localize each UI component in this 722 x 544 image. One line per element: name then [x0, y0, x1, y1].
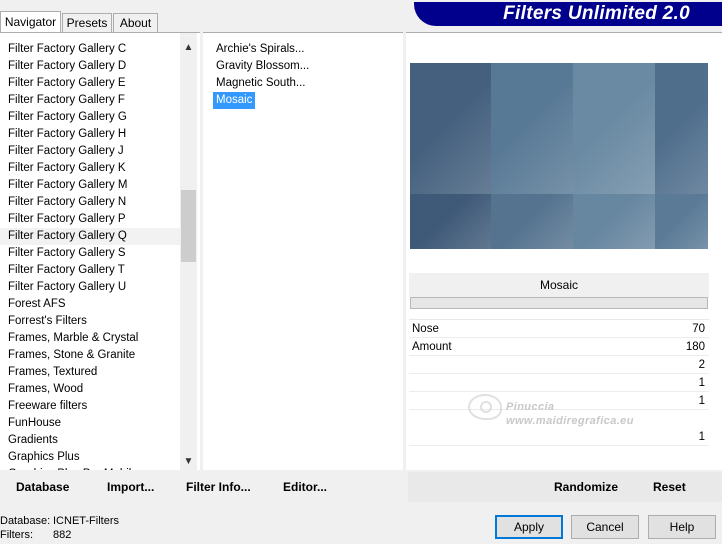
- preview-tile: [491, 63, 573, 194]
- database-button[interactable]: Database: [16, 480, 69, 494]
- category-item[interactable]: Filter Factory Gallery J: [0, 143, 180, 160]
- parameter-slider[interactable]: Nose 70: [409, 320, 709, 338]
- preview-tile: [491, 194, 573, 249]
- category-item[interactable]: Forrest's Filters: [0, 313, 180, 330]
- preview-tile: [655, 194, 708, 249]
- category-item[interactable]: Filter Factory Gallery M: [0, 177, 180, 194]
- database-label: Database:: [0, 515, 51, 527]
- parameter-slider[interactable]: 2: [409, 356, 709, 374]
- category-item[interactable]: Filter Factory Gallery Q: [0, 228, 180, 245]
- filter-item[interactable]: Mosaic: [213, 92, 256, 109]
- right-button-bar: Randomize Reset: [408, 472, 722, 502]
- cancel-button[interactable]: Cancel: [571, 515, 639, 539]
- preview-tile: [410, 63, 491, 194]
- filter-item[interactable]: Gravity Blossom...: [213, 58, 312, 75]
- category-item[interactable]: Frames, Marble & Crystal: [0, 330, 180, 347]
- category-item[interactable]: Filter Factory Gallery U: [0, 279, 180, 296]
- left-button-bar: Database Import... Filter Info... Editor…: [0, 472, 404, 502]
- category-item[interactable]: Filter Factory Gallery G: [0, 109, 180, 126]
- watermark-name: Pinuccia: [506, 401, 555, 413]
- parameter-value: 70: [692, 323, 705, 335]
- parameter-slider[interactable]: 1: [409, 428, 709, 446]
- reset-button[interactable]: Reset: [653, 480, 686, 494]
- category-item[interactable]: Graphics Plus Pro Mobile: [0, 466, 180, 470]
- scroll-down-icon[interactable]: ▼: [180, 453, 197, 470]
- filter-item[interactable]: Archie's Spirals...: [213, 41, 307, 58]
- filter-list-panel: Archie's Spirals... Gravity Blossom... Mag…: [203, 32, 403, 470]
- filter-item[interactable]: Magnetic South...: [213, 75, 309, 92]
- progress-bar: [410, 297, 708, 309]
- database-value: ICNET-Filters: [53, 515, 119, 527]
- category-item[interactable]: FunHouse: [0, 415, 180, 432]
- category-item[interactable]: Filter Factory Gallery C: [0, 41, 180, 58]
- title-banner: Filters Unlimited 2.0: [414, 2, 722, 26]
- category-item[interactable]: Filter Factory Gallery P: [0, 211, 180, 228]
- scroll-thumb[interactable]: [181, 190, 196, 262]
- import-button[interactable]: Import...: [107, 480, 154, 494]
- category-item[interactable]: Graphics Plus: [0, 449, 180, 466]
- category-item[interactable]: Freeware filters: [0, 398, 180, 415]
- filters-count-label: Filters:: [0, 529, 33, 541]
- category-scrollbar[interactable]: ▲ ▼: [180, 33, 197, 470]
- preview-tile: [655, 63, 708, 194]
- category-list[interactable]: Filter Factory Gallery C Filter Factory G…: [0, 41, 180, 470]
- database-info: Database: ICNET-Filters Filters: 882: [0, 514, 119, 542]
- parameter-value: 1: [698, 377, 705, 389]
- filters-count-value: 882: [53, 529, 72, 541]
- help-button[interactable]: Help: [648, 515, 716, 539]
- tab-about[interactable]: About: [113, 13, 158, 33]
- category-item[interactable]: Filter Factory Gallery H: [0, 126, 180, 143]
- watermark-logo-icon: [468, 394, 502, 420]
- parameter-label: Nose: [412, 323, 439, 335]
- category-item[interactable]: Frames, Textured: [0, 364, 180, 381]
- preview-tile: [410, 194, 491, 249]
- category-item[interactable]: Gradients: [0, 432, 180, 449]
- settings-panel: Mosaic Nose 70 Amount 180 2 1 1 1: [406, 32, 722, 470]
- parameter-value: 180: [685, 341, 705, 353]
- selected-filter-name: Mosaic: [409, 273, 709, 297]
- preview-tile: [573, 194, 655, 249]
- category-item[interactable]: Filter Factory Gallery K: [0, 160, 180, 177]
- watermark-site: www.maidiregrafica.eu: [506, 415, 634, 427]
- category-item[interactable]: Filter Factory Gallery S: [0, 245, 180, 262]
- tab-presets[interactable]: Presets: [62, 13, 112, 33]
- parameter-slider[interactable]: 1: [409, 374, 709, 392]
- parameter-value: 2: [698, 359, 705, 371]
- randomize-button[interactable]: Randomize: [554, 480, 618, 494]
- category-item[interactable]: Forest AFS: [0, 296, 180, 313]
- filter-info-button[interactable]: Filter Info...: [186, 480, 251, 494]
- editor-button[interactable]: Editor...: [283, 480, 327, 494]
- category-item[interactable]: Filter Factory Gallery E: [0, 75, 180, 92]
- scroll-up-icon[interactable]: ▲: [180, 39, 197, 56]
- category-item[interactable]: Filter Factory Gallery D: [0, 58, 180, 75]
- filter-list[interactable]: Archie's Spirals... Gravity Blossom... Mag…: [213, 41, 312, 109]
- category-item[interactable]: Filter Factory Gallery N: [0, 194, 180, 211]
- category-item[interactable]: Filter Factory Gallery F: [0, 92, 180, 109]
- apply-button[interactable]: Apply: [495, 515, 563, 539]
- filter-preview: [410, 63, 708, 249]
- parameter-slider[interactable]: 1: [409, 392, 709, 410]
- parameter-label: Amount: [412, 341, 452, 353]
- category-item[interactable]: Frames, Wood: [0, 381, 180, 398]
- category-item[interactable]: Frames, Stone & Granite: [0, 347, 180, 364]
- parameter-value: 1: [698, 431, 705, 443]
- app-title: Filters Unlimited 2.0: [503, 3, 690, 24]
- preview-tile: [573, 63, 655, 194]
- parameter-slider[interactable]: Amount 180: [409, 338, 709, 356]
- category-list-panel: Filter Factory Gallery C Filter Factory G…: [0, 32, 200, 470]
- tab-navigator[interactable]: Navigator: [0, 11, 61, 32]
- parameter-value: 1: [698, 395, 705, 407]
- category-item[interactable]: Filter Factory Gallery T: [0, 262, 180, 279]
